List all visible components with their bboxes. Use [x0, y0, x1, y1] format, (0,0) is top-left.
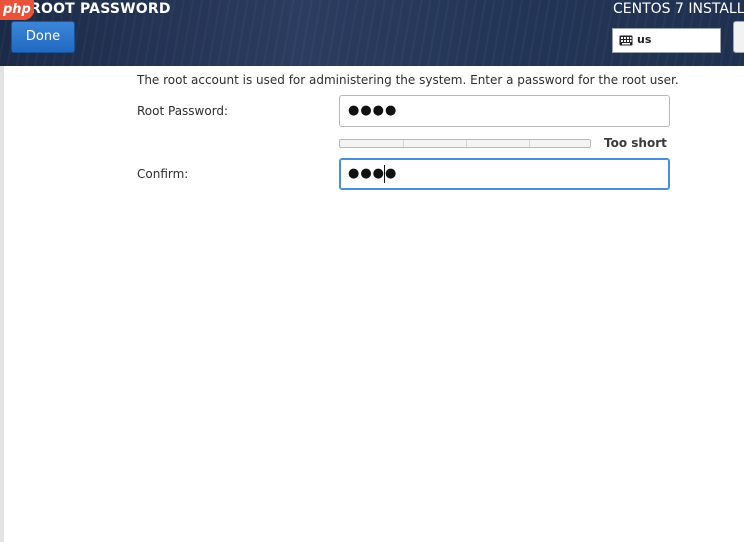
installer-window: php ROOT PASSWORD Done CENTOS 7 INSTALLA… — [0, 0, 744, 542]
text-cursor — [384, 165, 385, 183]
root-password-value: ●●●● — [348, 103, 398, 118]
root-password-label: Root Password: — [137, 104, 229, 118]
password-strength-label: Too short — [604, 136, 667, 150]
keyboard-layout-indicator[interactable]: us — [612, 28, 721, 53]
watermark-logo: php — [0, 0, 34, 20]
header-bar: php ROOT PASSWORD Done CENTOS 7 INSTALLA… — [0, 0, 744, 66]
confirm-label: Confirm: — [137, 167, 189, 181]
password-strength-meter — [339, 139, 591, 148]
confirm-password-input[interactable]: ●●●● — [339, 158, 670, 190]
installer-title: CENTOS 7 INSTALLATION — [613, 1, 744, 17]
screen-title: ROOT PASSWORD — [30, 1, 171, 17]
root-password-input[interactable]: ●●●● — [339, 95, 670, 127]
help-button[interactable] — [733, 21, 744, 53]
keyboard-icon — [619, 35, 633, 46]
form-description: The root account is used for administeri… — [137, 73, 679, 87]
confirm-password-value: ●●●● — [348, 166, 398, 181]
strength-segment-divider — [403, 140, 404, 147]
keyboard-layout-label: us — [637, 33, 652, 46]
strength-segment-divider — [529, 140, 530, 147]
done-button[interactable]: Done — [11, 21, 75, 53]
strength-segment-divider — [466, 140, 467, 147]
